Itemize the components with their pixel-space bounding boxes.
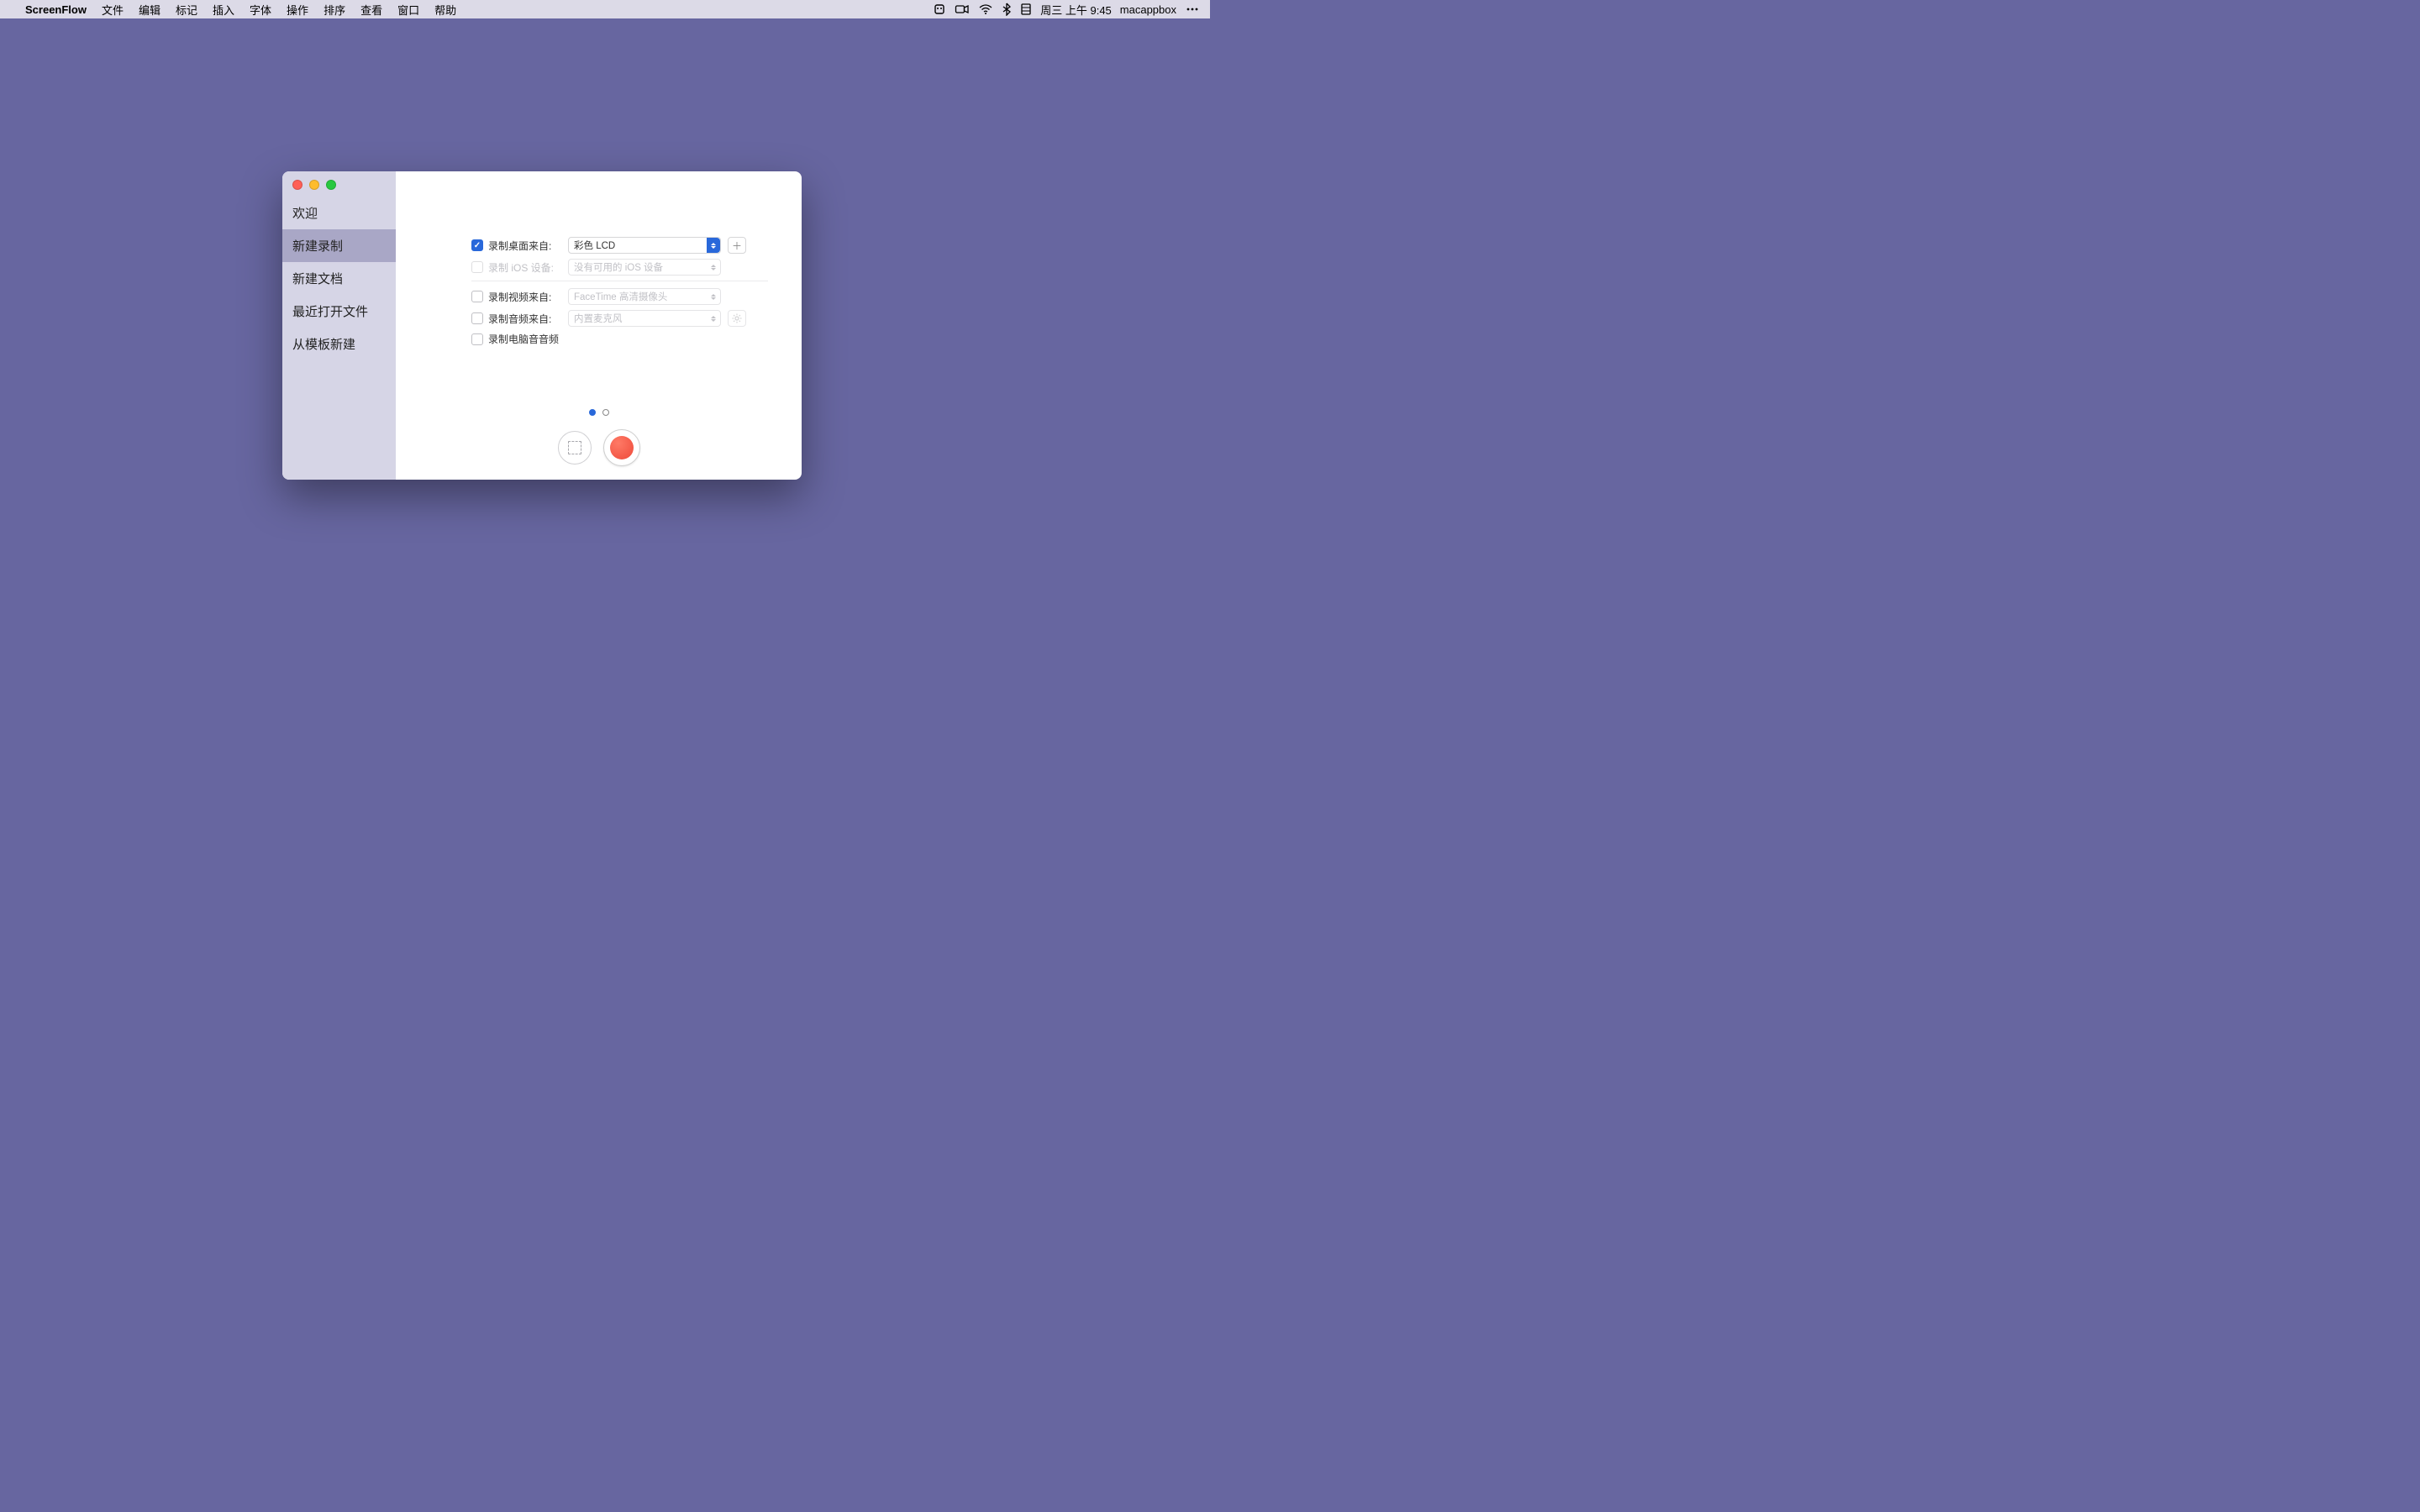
chevron-updown-icon: [707, 260, 720, 275]
checkbox-video[interactable]: [471, 291, 483, 302]
sidebar: 欢迎 新建录制 新建文档 最近打开文件 从模板新建: [282, 171, 396, 480]
menubar-right: 周三 上午 9:45 macappbox: [933, 2, 1200, 18]
selection-rect-icon: [568, 441, 581, 454]
checkbox-desktop[interactable]: [471, 239, 483, 251]
select-audio-value: 内置麦克风: [574, 312, 623, 325]
pager: [396, 409, 802, 416]
select-desktop[interactable]: 彩色 LCD: [568, 237, 721, 254]
sidebar-item-new-recording[interactable]: 新建录制: [282, 229, 396, 262]
menu-insert[interactable]: 插入: [205, 2, 242, 18]
menubar-clock[interactable]: 周三 上午 9:45: [1040, 2, 1112, 18]
menu-file[interactable]: 文件: [94, 2, 131, 18]
region-select-button[interactable]: [558, 431, 592, 465]
label-audio: 录制音频来自:: [488, 312, 568, 326]
film-icon[interactable]: [1020, 3, 1032, 15]
select-audio[interactable]: 内置麦克风: [568, 310, 721, 327]
sidebar-item-welcome[interactable]: 欢迎: [282, 197, 396, 229]
chevron-updown-icon: [707, 238, 720, 253]
chevron-updown-icon: [707, 311, 720, 326]
menu-app[interactable]: ScreenFlow: [18, 3, 94, 16]
menu-view[interactable]: 查看: [353, 2, 390, 18]
checkbox-computer-audio[interactable]: [471, 333, 483, 345]
sidebar-item-new-document[interactable]: 新建文档: [282, 262, 396, 295]
record-controls: [396, 429, 802, 466]
label-desktop: 录制桌面来自:: [488, 239, 568, 253]
sidebar-item-from-template[interactable]: 从模板新建: [282, 328, 396, 360]
row-video: 录制视频来自: FaceTime 高清摄像头: [471, 288, 768, 305]
menubar-left: ScreenFlow 文件 编辑 标记 插入 字体 操作 排序 查看 窗口 帮助: [10, 2, 464, 18]
add-display-button[interactable]: ＋: [728, 237, 746, 254]
shield-icon[interactable]: [933, 3, 946, 15]
record-icon: [610, 436, 634, 459]
pager-dot-1[interactable]: [589, 409, 596, 416]
sidebar-item-recent[interactable]: 最近打开文件: [282, 295, 396, 328]
select-desktop-value: 彩色 LCD: [574, 239, 615, 252]
row-ios: 录制 iOS 设备: 没有可用的 iOS 设备: [471, 259, 768, 276]
menu-window[interactable]: 窗口: [390, 2, 427, 18]
menu-action[interactable]: 操作: [279, 2, 316, 18]
select-ios-value: 没有可用的 iOS 设备: [574, 260, 663, 274]
wifi-icon[interactable]: [978, 3, 993, 15]
pager-dot-2[interactable]: [602, 409, 609, 416]
bluetooth-icon[interactable]: [1002, 3, 1012, 16]
checkbox-audio[interactable]: [471, 312, 483, 324]
checkbox-ios: [471, 261, 483, 273]
menu-mark[interactable]: 标记: [168, 2, 205, 18]
close-icon[interactable]: [292, 180, 302, 190]
select-video-value: FaceTime 高清摄像头: [574, 290, 667, 303]
gear-icon: [732, 313, 742, 323]
menu-edit[interactable]: 编辑: [131, 2, 168, 18]
record-button[interactable]: [603, 429, 640, 466]
row-computer-audio: 录制电脑音音频: [471, 332, 768, 346]
more-icon[interactable]: [1185, 3, 1200, 15]
label-computer-audio: 录制电脑音音频: [488, 332, 559, 346]
menu-help[interactable]: 帮助: [427, 2, 464, 18]
label-ios: 录制 iOS 设备:: [488, 260, 568, 275]
menu-sort[interactable]: 排序: [316, 2, 353, 18]
select-video[interactable]: FaceTime 高清摄像头: [568, 288, 721, 305]
row-desktop: 录制桌面来自: 彩色 LCD ＋: [471, 237, 768, 254]
camera-icon[interactable]: [955, 3, 970, 15]
minimize-icon[interactable]: [309, 180, 319, 190]
window-controls: [282, 171, 396, 197]
app-window: 欢迎 新建录制 新建文档 最近打开文件 从模板新建 录制桌面来自: 彩色 LCD…: [282, 171, 802, 480]
audio-settings-button[interactable]: [728, 310, 746, 327]
zoom-icon[interactable]: [326, 180, 336, 190]
menu-font[interactable]: 字体: [242, 2, 279, 18]
content-panel: 录制桌面来自: 彩色 LCD ＋ 录制 iOS 设备: 没有可用的 iOS 设备: [396, 171, 802, 480]
label-video: 录制视频来自:: [488, 290, 568, 304]
menubar-user[interactable]: macappbox: [1120, 3, 1176, 16]
chevron-updown-icon: [707, 289, 720, 304]
row-audio: 录制音频来自: 内置麦克风: [471, 310, 768, 327]
menubar: ScreenFlow 文件 编辑 标记 插入 字体 操作 排序 查看 窗口 帮助…: [0, 0, 1210, 18]
select-ios: 没有可用的 iOS 设备: [568, 259, 721, 276]
